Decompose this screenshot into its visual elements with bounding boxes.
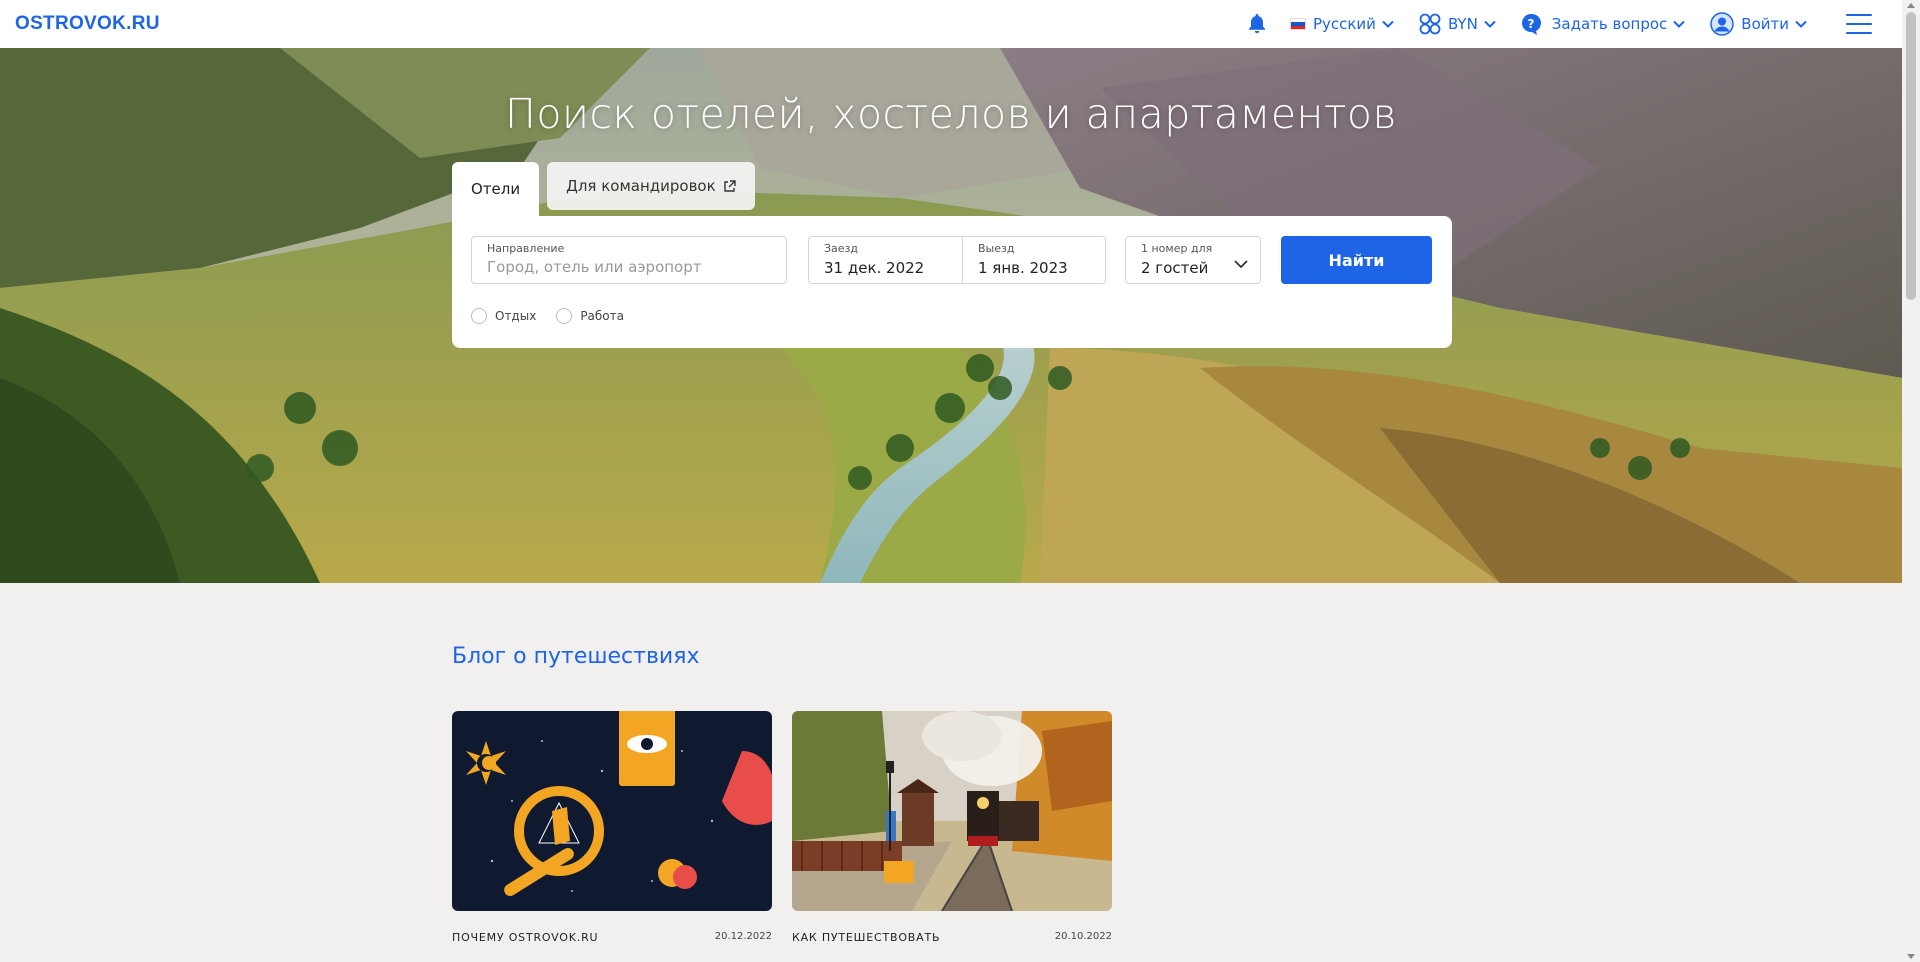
user-avatar-icon	[1710, 12, 1735, 36]
radio-circle[interactable]	[471, 308, 487, 324]
blog-section-title[interactable]: Блог о путешествиях	[452, 644, 699, 669]
checkout-value: 1 янв. 2023	[978, 259, 1068, 277]
checkin-label: Заезд	[824, 242, 859, 255]
language-selector[interactable]: Русский	[1289, 15, 1395, 33]
blog-card-meta: КАК ПУТЕШЕСТВОВАТЬ 20.10.2022	[792, 931, 1112, 944]
scroll-down-arrow-icon[interactable]	[1907, 954, 1915, 959]
header-nav: Русский BYN ? Задать вопрос Войти	[1248, 0, 1887, 48]
checkout-field[interactable]: Выезд 1 янв. 2023	[962, 236, 1106, 284]
checkin-value: 31 дек. 2022	[824, 259, 925, 277]
checkin-field[interactable]: Заезд 31 дек. 2022	[808, 236, 963, 284]
currency-selector[interactable]: BYN	[1419, 13, 1497, 35]
question-chat-icon: ?	[1521, 13, 1545, 35]
purpose-work-radio[interactable]: Работа	[556, 308, 624, 324]
chevron-down-icon	[1382, 20, 1394, 28]
chevron-down-icon	[1673, 20, 1686, 28]
guests-value: 2 гостей	[1141, 259, 1209, 277]
logo[interactable]: OSTROVOK.RU	[15, 13, 160, 35]
trip-purpose: Отдых Работа	[471, 308, 644, 324]
login-label: Войти	[1741, 15, 1789, 33]
search-form: Направление Заезд 31 дек. 2022 Выезд 1 я…	[452, 216, 1452, 348]
blog-card-category[interactable]: ПОЧЕМУ OSTROVOK.RU	[452, 931, 598, 944]
hero-title: Поиск отелей, хостелов и апартаментов	[505, 90, 1397, 138]
find-button[interactable]: Найти	[1281, 236, 1432, 284]
blog-card-meta: ПОЧЕМУ OSTROVOK.RU 20.12.2022	[452, 931, 772, 944]
svg-text:?: ?	[1527, 17, 1534, 31]
currency-coins-icon	[1419, 13, 1441, 35]
radio-circle[interactable]	[556, 308, 573, 324]
destination-field[interactable]: Направление	[471, 236, 787, 284]
hero-banner: Поиск отелей, хостелов и апартаментов От…	[0, 48, 1902, 583]
blog-card-category[interactable]: КАК ПУТЕШЕСТВОВАТЬ	[792, 931, 940, 944]
currency-label: BYN	[1447, 15, 1478, 33]
external-link-icon	[723, 179, 736, 193]
scroll-up-arrow-icon[interactable]	[1907, 3, 1915, 8]
blog-card[interactable]: ПОЧЕМУ OSTROVOK.RU 20.12.2022	[452, 711, 772, 944]
tab-hotels[interactable]: Отели	[452, 162, 540, 216]
guests-label: 1 номер для	[1141, 242, 1213, 255]
guests-selector[interactable]: 1 номер для 2 гостей	[1125, 236, 1261, 284]
blog-card-date: 20.12.2022	[714, 931, 772, 942]
help-menu[interactable]: ? Задать вопрос	[1521, 13, 1687, 35]
purpose-leisure-label: Отдых	[495, 309, 537, 323]
blog-card-date: 20.10.2022	[1054, 931, 1112, 942]
blog-card[interactable]: КАК ПУТЕШЕСТВОВАТЬ 20.10.2022	[792, 711, 1112, 944]
page-scrollbar[interactable]	[1902, 0, 1920, 962]
search-tabs: Отели Для командировок	[452, 162, 755, 216]
destination-label: Направление	[487, 242, 565, 255]
astrology-illustration-image[interactable]	[452, 711, 772, 911]
chevron-down-icon	[1234, 260, 1248, 269]
notifications-bell-icon[interactable]	[1248, 14, 1266, 34]
destination-input[interactable]	[487, 258, 771, 276]
top-header: OSTROVOK.RU Русский BYN ? Задать вопрос	[0, 0, 1902, 48]
russia-flag-icon	[1289, 18, 1306, 30]
steam-train-photo-image[interactable]	[792, 711, 1112, 911]
scrollbar-thumb[interactable]	[1906, 12, 1916, 300]
chevron-down-icon	[1484, 20, 1496, 28]
login-menu[interactable]: Войти	[1710, 12, 1808, 36]
purpose-work-label: Работа	[580, 309, 624, 323]
checkout-label: Выезд	[978, 242, 1015, 255]
purpose-leisure-radio[interactable]: Отдых	[471, 308, 536, 324]
tab-business-label: Для командировок	[566, 177, 716, 195]
tab-business-trips[interactable]: Для командировок	[547, 162, 755, 210]
hamburger-menu-icon[interactable]	[1846, 14, 1872, 34]
language-label: Русский	[1312, 15, 1376, 33]
chevron-down-icon	[1795, 20, 1807, 28]
help-label: Задать вопрос	[1551, 15, 1668, 33]
